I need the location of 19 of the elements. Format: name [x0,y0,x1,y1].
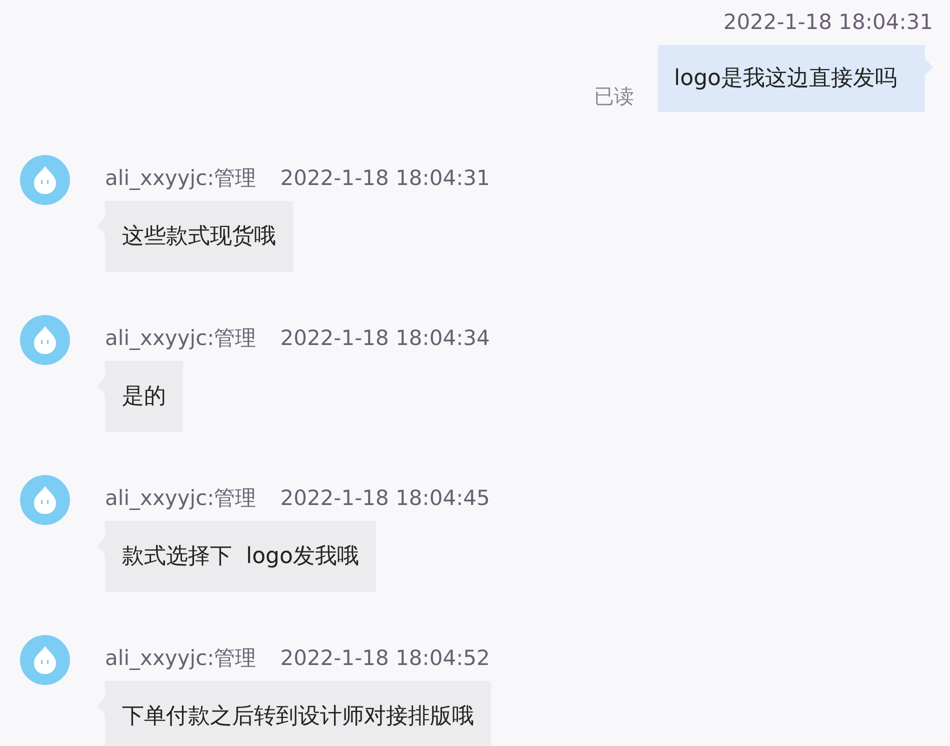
message-bubble: 款式选择下 logo发我哦 [97,521,376,592]
avatar-icon [20,635,70,685]
message-time: 2022-1-18 18:04:52 [280,645,490,672]
sender-name: ali_xxyyjc:管理 [105,645,256,672]
read-status: 已读 [594,83,634,110]
message-time: 2022-1-18 18:04:31 [280,165,490,192]
message-time: 2022-1-18 18:04:45 [280,485,490,512]
sender-name: ali_xxyyjc:管理 [105,485,256,512]
avatar-icon [20,155,70,205]
message-bubble: 下单付款之后转到设计师对接排版哦 [97,681,491,746]
message-time: 2022-1-18 18:04:31 [723,9,933,36]
sender-name: ali_xxyyjc:管理 [105,165,256,192]
avatar-icon [20,315,70,365]
avatar-icon [20,475,70,525]
message-time: 2022-1-18 18:04:34 [280,325,490,352]
message-bubble: logo是我这边直接发吗 [658,45,933,112]
message-bubble: 这些款式现货哦 [97,201,293,272]
message-bubble: 是的 [97,361,183,432]
sender-name: ali_xxyyjc:管理 [105,325,256,352]
